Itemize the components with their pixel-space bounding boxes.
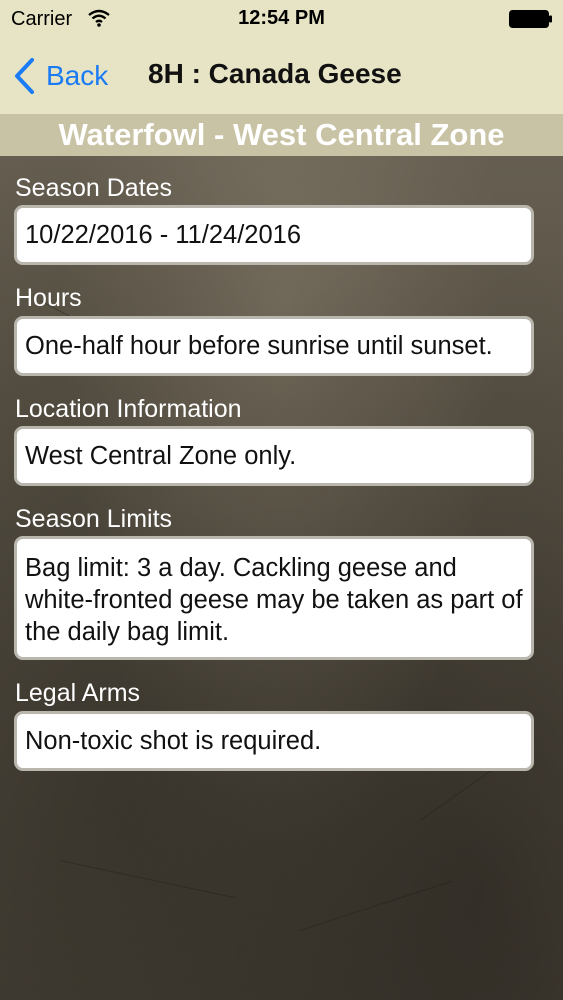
season-dates-label: Season Dates (15, 174, 173, 202)
page-title: 8H : Canada Geese (148, 58, 402, 89)
zone-title: Waterfowl - West Central Zone (58, 117, 505, 152)
battery-icon (509, 10, 552, 28)
legal-arms-value: Non-toxic shot is required. (25, 727, 322, 755)
screen: Carrier 12:54 PM Back 8H : Canada Geese (0, 0, 563, 1000)
background-texture (59, 860, 237, 899)
back-label: Back (46, 60, 109, 91)
hours-field[interactable]: One-half hour before sunrise until sunse… (14, 316, 534, 376)
legal-arms-label: Legal Arms (15, 679, 141, 707)
chevron-left-icon (15, 58, 34, 94)
hours-label: Hours (15, 284, 82, 312)
season-limits-field[interactable]: Bag limit: 3 a day. Cackling geese and w… (14, 536, 534, 660)
top-bar: Carrier 12:54 PM Back 8H : Canada Geese (0, 0, 563, 114)
hours-value: One-half hour before sunrise until sunse… (25, 332, 493, 360)
background-texture (299, 880, 453, 931)
status-time: 12:54 PM (238, 7, 325, 29)
season-dates-field[interactable]: 10/22/2016 - 11/24/2016 (14, 205, 534, 265)
location-information-field[interactable]: West Central Zone only. (14, 426, 534, 486)
location-information-value: West Central Zone only. (25, 442, 297, 470)
season-limits-value: Bag limit: 3 a day. Cackling geese and w… (25, 554, 523, 646)
navigation-bar: Back 8H : Canada Geese (0, 38, 563, 114)
season-limits-label: Season Limits (15, 505, 173, 533)
zone-header: Waterfowl - West Central Zone (0, 114, 563, 156)
location-information-label: Location Information (15, 395, 242, 423)
legal-arms-field[interactable]: Non-toxic shot is required. (14, 711, 534, 771)
season-dates-value: 10/22/2016 - 11/24/2016 (25, 221, 302, 249)
back-button[interactable]: Back (12, 56, 108, 96)
status-bar: Carrier 12:54 PM (0, 0, 563, 38)
